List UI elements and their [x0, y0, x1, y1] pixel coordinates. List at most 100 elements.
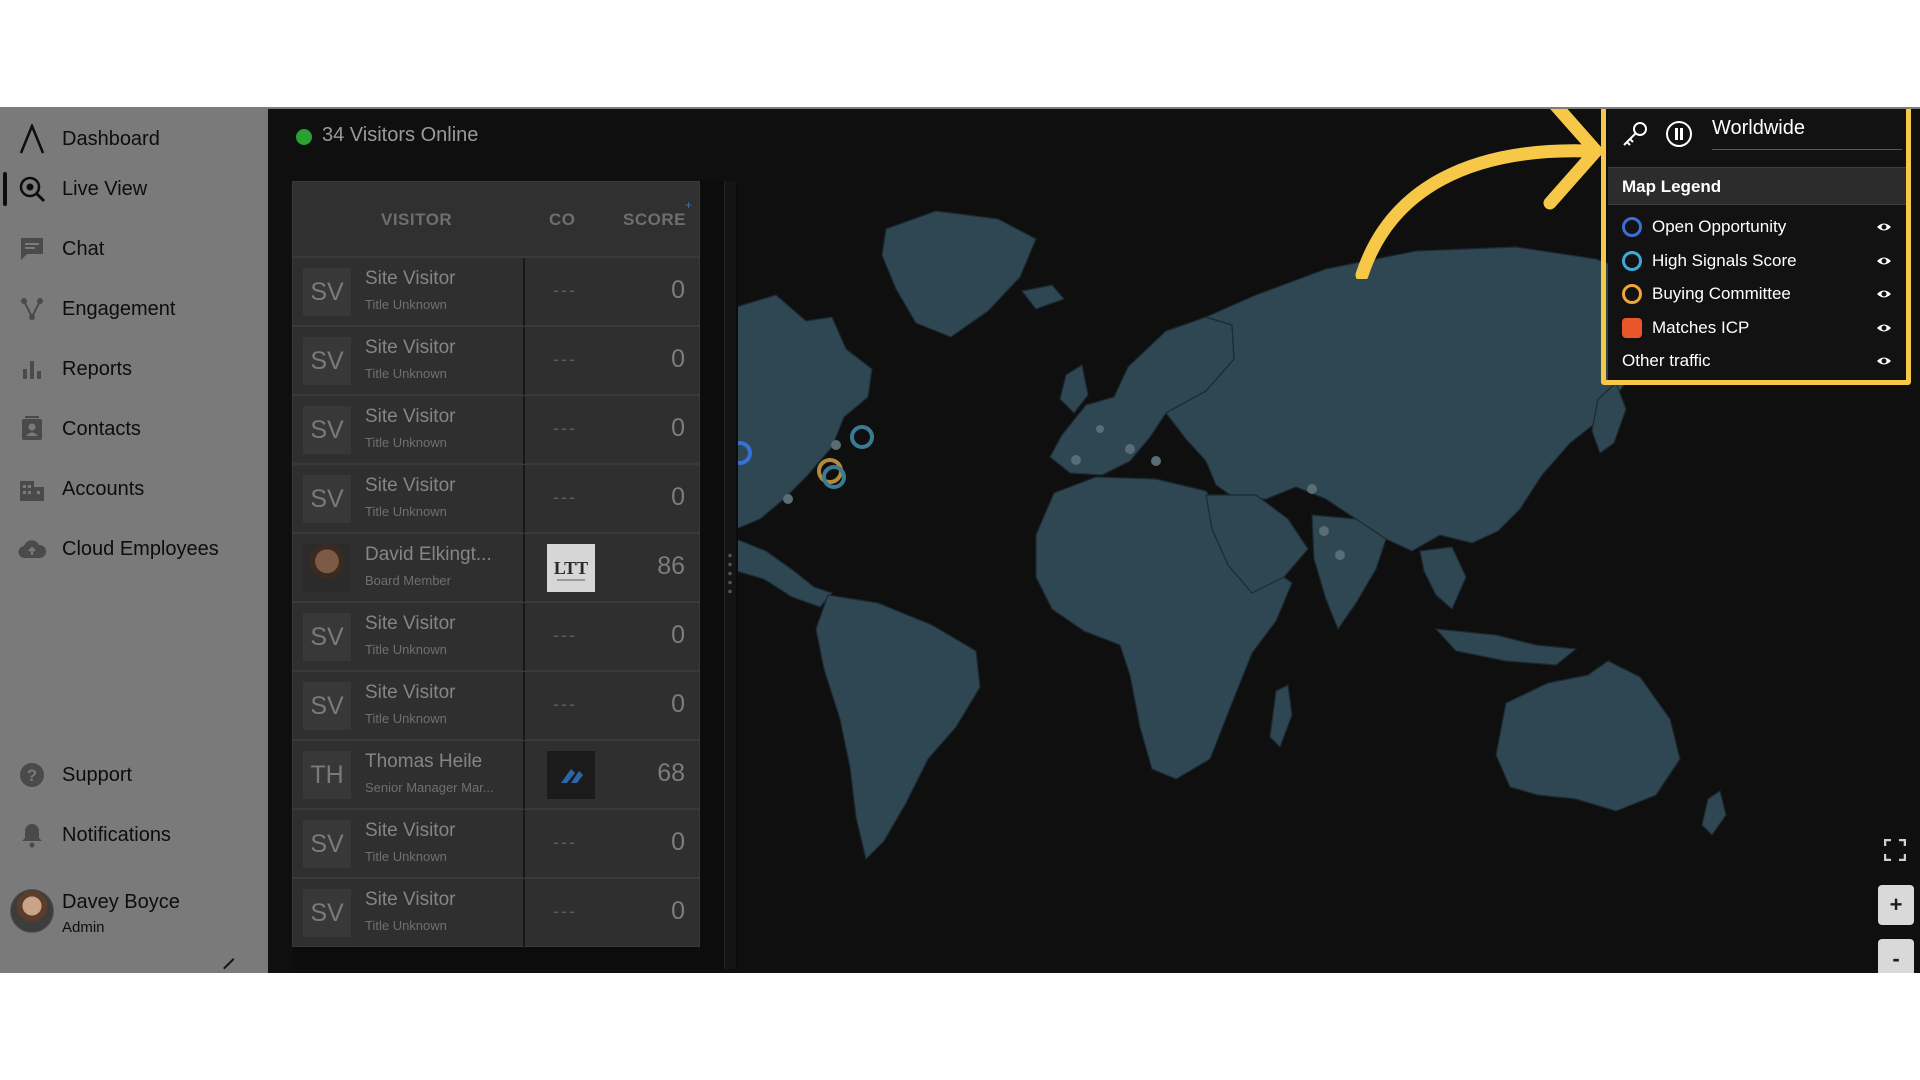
company-placeholder: --- — [553, 280, 577, 300]
sidebar-item-label: Cloud Employees — [62, 537, 219, 560]
contacts-icon — [18, 415, 46, 443]
sidebar-item-notifications[interactable]: Notifications — [0, 811, 268, 859]
cloud-icon — [18, 535, 46, 563]
visitor-title: Board Member — [365, 573, 451, 588]
user-role: Admin — [62, 919, 105, 936]
bar-chart-icon — [18, 355, 46, 383]
visitor-title: Title Unknown — [365, 918, 447, 933]
visitor-name: Site Visitor — [365, 406, 456, 427]
visitor-name: Site Visitor — [365, 268, 456, 289]
svg-text:?: ? — [27, 766, 37, 785]
visitor-title: Title Unknown — [365, 435, 447, 450]
table-row[interactable]: SV Site Visitor Title Unknown --- 0 — [292, 257, 700, 327]
table-row[interactable]: SV Site Visitor Title Unknown --- 0 — [292, 464, 700, 534]
company-placeholder: --- — [553, 694, 577, 714]
visitor-name: Site Visitor — [365, 613, 456, 634]
visitor-score: 68 — [657, 759, 685, 787]
table-row[interactable]: SV Site Visitor Title Unknown --- 0 — [292, 878, 700, 948]
column-divider — [523, 672, 525, 741]
sidebar-item-support[interactable]: ? Support — [0, 751, 268, 799]
sidebar-item-reports[interactable]: Reports — [0, 345, 268, 393]
column-header-score[interactable]: SCORE — [623, 210, 686, 230]
visitor-initials: TH — [303, 751, 351, 799]
sidebar-item-label: Chat — [62, 237, 105, 260]
visitor-initials: SV — [303, 613, 351, 661]
sidebar-item-engagement[interactable]: Engagement — [0, 285, 268, 333]
column-divider — [523, 603, 525, 672]
company-placeholder: --- — [553, 901, 577, 921]
visitor-title: Title Unknown — [365, 366, 447, 381]
visitor-title: Title Unknown — [365, 711, 447, 726]
visitor-score: 86 — [657, 552, 685, 580]
column-divider — [523, 810, 525, 879]
app-window: Dashboard Live View Chat Engagement Repo — [0, 107, 1920, 973]
highlight-box — [1601, 109, 1911, 385]
visitor-score: 0 — [671, 345, 685, 373]
sidebar-item-label: Reports — [62, 357, 133, 380]
chat-icon — [18, 235, 46, 263]
online-status-dot — [296, 129, 312, 145]
visitor-title: Title Unknown — [365, 297, 447, 312]
table-row[interactable]: SV Site Visitor Title Unknown --- 0 — [292, 809, 700, 879]
sort-indicator-icon: + — [685, 198, 693, 212]
table-row[interactable]: SV Site Visitor Title Unknown --- 0 — [292, 671, 700, 741]
table-row[interactable]: SV Site Visitor Title Unknown --- 0 — [292, 395, 700, 465]
company-logo-icon[interactable]: LTT — [547, 544, 595, 592]
company-logo-text: LTT — [554, 558, 588, 578]
company-placeholder: --- — [553, 487, 577, 507]
resize-handle-icon[interactable] — [728, 551, 732, 595]
sidebar: Dashboard Live View Chat Engagement Repo — [0, 109, 268, 973]
landmass-indonesia — [1434, 628, 1578, 666]
column-divider — [523, 534, 525, 603]
company-placeholder: --- — [553, 349, 577, 369]
landmass-southeast-asia — [1419, 546, 1467, 610]
visitor-initials: SV — [303, 337, 351, 385]
help-icon: ? — [18, 761, 46, 789]
landmass-new-zealand — [1701, 790, 1727, 836]
sidebar-item-cloud-employees[interactable]: Cloud Employees — [0, 525, 268, 573]
sidebar-item-accounts[interactable]: Accounts — [0, 465, 268, 513]
table-row[interactable]: SV Site Visitor Title Unknown --- 0 — [292, 326, 700, 396]
sidebar-item-chat[interactable]: Chat — [0, 225, 268, 273]
visitor-name: Site Visitor — [365, 889, 456, 910]
table-row[interactable]: David Elkingt... Board Member LTT 86 — [292, 533, 700, 603]
annotation-arrow — [1355, 109, 1603, 279]
visitor-score: 0 — [671, 621, 685, 649]
zoom-in-button[interactable]: + — [1878, 885, 1914, 925]
column-header-co[interactable]: CO — [549, 210, 576, 230]
sidebar-item-contacts[interactable]: Contacts — [0, 405, 268, 453]
company-logo-icon[interactable] — [547, 751, 595, 799]
logo-icon — [18, 124, 46, 154]
landmass-greenland — [881, 210, 1037, 338]
visitor-name: Site Visitor — [365, 682, 456, 703]
table-header: VISITOR CO SCORE + — [292, 181, 700, 257]
table-row[interactable]: SV Site Visitor Title Unknown --- 0 — [292, 602, 700, 672]
table-row[interactable]: TH Thomas Heile Senior Manager Mar... 68 — [292, 740, 700, 810]
company-placeholder: --- — [553, 832, 577, 852]
landmass-iceland — [1020, 284, 1066, 310]
fullscreen-icon[interactable] — [1884, 839, 1906, 861]
column-divider — [523, 258, 525, 327]
collapse-sidebar-icon[interactable] — [223, 958, 243, 973]
visitor-title: Title Unknown — [365, 849, 447, 864]
visitor-initials: SV — [303, 682, 351, 730]
zoom-out-button[interactable]: - — [1878, 939, 1914, 973]
landmass-central-america — [736, 538, 834, 608]
visitor-score: 0 — [671, 276, 685, 304]
visitor-score: 0 — [671, 414, 685, 442]
visitor-initials: SV — [303, 406, 351, 454]
sidebar-item-live-view[interactable]: Live View — [0, 165, 268, 213]
visitor-name: Thomas Heile — [365, 751, 483, 772]
column-header-visitor[interactable]: VISITOR — [381, 210, 452, 230]
visitor-photo — [303, 544, 351, 592]
user-name: Davey Boyce — [62, 891, 180, 913]
company-placeholder: --- — [553, 625, 577, 645]
visitor-title: Title Unknown — [365, 642, 447, 657]
company-placeholder: --- — [553, 418, 577, 438]
landmass-australia — [1495, 660, 1681, 812]
visitor-title: Title Unknown — [365, 504, 447, 519]
avatar[interactable] — [10, 889, 54, 933]
sidebar-item-dashboard[interactable]: Dashboard — [0, 115, 268, 163]
sidebar-item-label: Support — [62, 763, 133, 786]
sidebar-item-label: Accounts — [62, 477, 145, 500]
